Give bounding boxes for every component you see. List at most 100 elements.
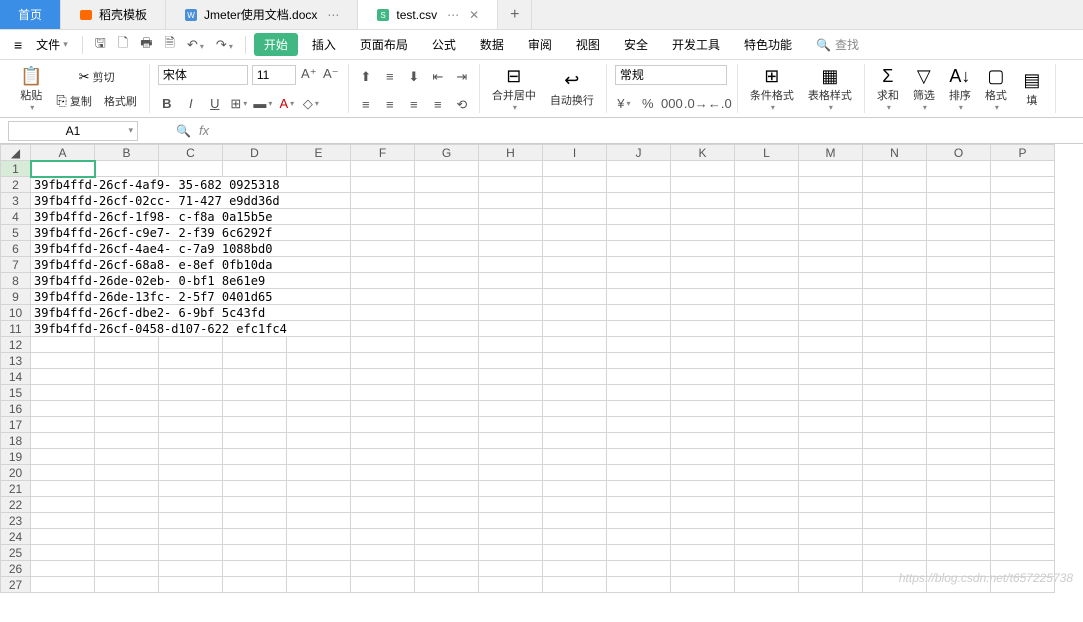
- cell-A8[interactable]: 39fb4ffd-26de-02eb- 0-bf1 8e61e9: [31, 273, 351, 289]
- cell-J16[interactable]: [607, 401, 671, 417]
- cell-J18[interactable]: [607, 433, 671, 449]
- col-header-O[interactable]: O: [927, 145, 991, 161]
- cell-K1[interactable]: [671, 161, 735, 177]
- search-box[interactable]: 🔍 查找: [816, 36, 859, 53]
- cell-F8[interactable]: [351, 273, 415, 289]
- menu-dev-tools[interactable]: 开发工具: [662, 36, 730, 53]
- cell-I10[interactable]: [543, 305, 607, 321]
- cell-N13[interactable]: [863, 353, 927, 369]
- cell-J22[interactable]: [607, 497, 671, 513]
- col-header-G[interactable]: G: [415, 145, 479, 161]
- cell-N23[interactable]: [863, 513, 927, 529]
- cell-H20[interactable]: [479, 465, 543, 481]
- cell-D26[interactable]: [223, 561, 287, 577]
- cell-P22[interactable]: [991, 497, 1055, 513]
- cell-K26[interactable]: [671, 561, 735, 577]
- cell-J24[interactable]: [607, 529, 671, 545]
- cell-L21[interactable]: [735, 481, 799, 497]
- col-header-D[interactable]: D: [223, 145, 287, 161]
- col-header-P[interactable]: P: [991, 145, 1055, 161]
- cell-K3[interactable]: [671, 193, 735, 209]
- cell-G23[interactable]: [415, 513, 479, 529]
- cell-L1[interactable]: [735, 161, 799, 177]
- cell-H21[interactable]: [479, 481, 543, 497]
- cell-M5[interactable]: [799, 225, 863, 241]
- cell-N18[interactable]: [863, 433, 927, 449]
- col-header-L[interactable]: L: [735, 145, 799, 161]
- cell-K25[interactable]: [671, 545, 735, 561]
- cell-K13[interactable]: [671, 353, 735, 369]
- cell-K2[interactable]: [671, 177, 735, 193]
- select-all-corner[interactable]: ◢: [1, 145, 31, 161]
- cell-K18[interactable]: [671, 433, 735, 449]
- cell-P17[interactable]: [991, 417, 1055, 433]
- cell-M3[interactable]: [799, 193, 863, 209]
- cell-B13[interactable]: [95, 353, 159, 369]
- border-button[interactable]: ⊞: [230, 95, 248, 113]
- cell-J10[interactable]: [607, 305, 671, 321]
- cell-H9[interactable]: [479, 289, 543, 305]
- row-header-13[interactable]: 13: [1, 353, 31, 369]
- cell-G19[interactable]: [415, 449, 479, 465]
- cell-K19[interactable]: [671, 449, 735, 465]
- cell-H24[interactable]: [479, 529, 543, 545]
- menu-security[interactable]: 安全: [614, 36, 658, 53]
- cell-E26[interactable]: [287, 561, 351, 577]
- tab-doc-menu-icon[interactable]: ⋯: [327, 8, 339, 22]
- cell-D27[interactable]: [223, 577, 287, 593]
- cell-J5[interactable]: [607, 225, 671, 241]
- cell-E25[interactable]: [287, 545, 351, 561]
- cell-I26[interactable]: [543, 561, 607, 577]
- cell-J11[interactable]: [607, 321, 671, 337]
- cell-F25[interactable]: [351, 545, 415, 561]
- cell-O7[interactable]: [927, 257, 991, 273]
- cell-M19[interactable]: [799, 449, 863, 465]
- cell-F1[interactable]: [351, 161, 415, 177]
- cell-E27[interactable]: [287, 577, 351, 593]
- tab-add[interactable]: +: [498, 0, 532, 29]
- row-header-5[interactable]: 5: [1, 225, 31, 241]
- row-header-21[interactable]: 21: [1, 481, 31, 497]
- cell-P3[interactable]: [991, 193, 1055, 209]
- col-header-H[interactable]: H: [479, 145, 543, 161]
- cell-I15[interactable]: [543, 385, 607, 401]
- cell-O11[interactable]: [927, 321, 991, 337]
- cell-D15[interactable]: [223, 385, 287, 401]
- cell-I9[interactable]: [543, 289, 607, 305]
- cell-B19[interactable]: [95, 449, 159, 465]
- cell-P15[interactable]: [991, 385, 1055, 401]
- cell-H26[interactable]: [479, 561, 543, 577]
- cell-D25[interactable]: [223, 545, 287, 561]
- cell-I20[interactable]: [543, 465, 607, 481]
- cell-N4[interactable]: [863, 209, 927, 225]
- cell-J13[interactable]: [607, 353, 671, 369]
- cell-L6[interactable]: [735, 241, 799, 257]
- cell-D22[interactable]: [223, 497, 287, 513]
- cell-O16[interactable]: [927, 401, 991, 417]
- cell-A21[interactable]: [31, 481, 95, 497]
- currency-icon[interactable]: ¥: [615, 95, 633, 113]
- row-header-4[interactable]: 4: [1, 209, 31, 225]
- row-header-20[interactable]: 20: [1, 465, 31, 481]
- cell-F11[interactable]: [351, 321, 415, 337]
- cell-F9[interactable]: [351, 289, 415, 305]
- cell-F24[interactable]: [351, 529, 415, 545]
- cell-L11[interactable]: [735, 321, 799, 337]
- cell-A5[interactable]: 39fb4ffd-26cf-c9e7- 2-f39 6c6292f: [31, 225, 351, 241]
- cell-K10[interactable]: [671, 305, 735, 321]
- cell-K17[interactable]: [671, 417, 735, 433]
- cell-O24[interactable]: [927, 529, 991, 545]
- cell-M6[interactable]: [799, 241, 863, 257]
- cell-D16[interactable]: [223, 401, 287, 417]
- cell-H11[interactable]: [479, 321, 543, 337]
- cell-I19[interactable]: [543, 449, 607, 465]
- cell-J1[interactable]: [607, 161, 671, 177]
- cell-G20[interactable]: [415, 465, 479, 481]
- cell-O12[interactable]: [927, 337, 991, 353]
- cell-F3[interactable]: [351, 193, 415, 209]
- cell-G7[interactable]: [415, 257, 479, 273]
- cell-A12[interactable]: [31, 337, 95, 353]
- row-header-18[interactable]: 18: [1, 433, 31, 449]
- cell-P12[interactable]: [991, 337, 1055, 353]
- cell-B23[interactable]: [95, 513, 159, 529]
